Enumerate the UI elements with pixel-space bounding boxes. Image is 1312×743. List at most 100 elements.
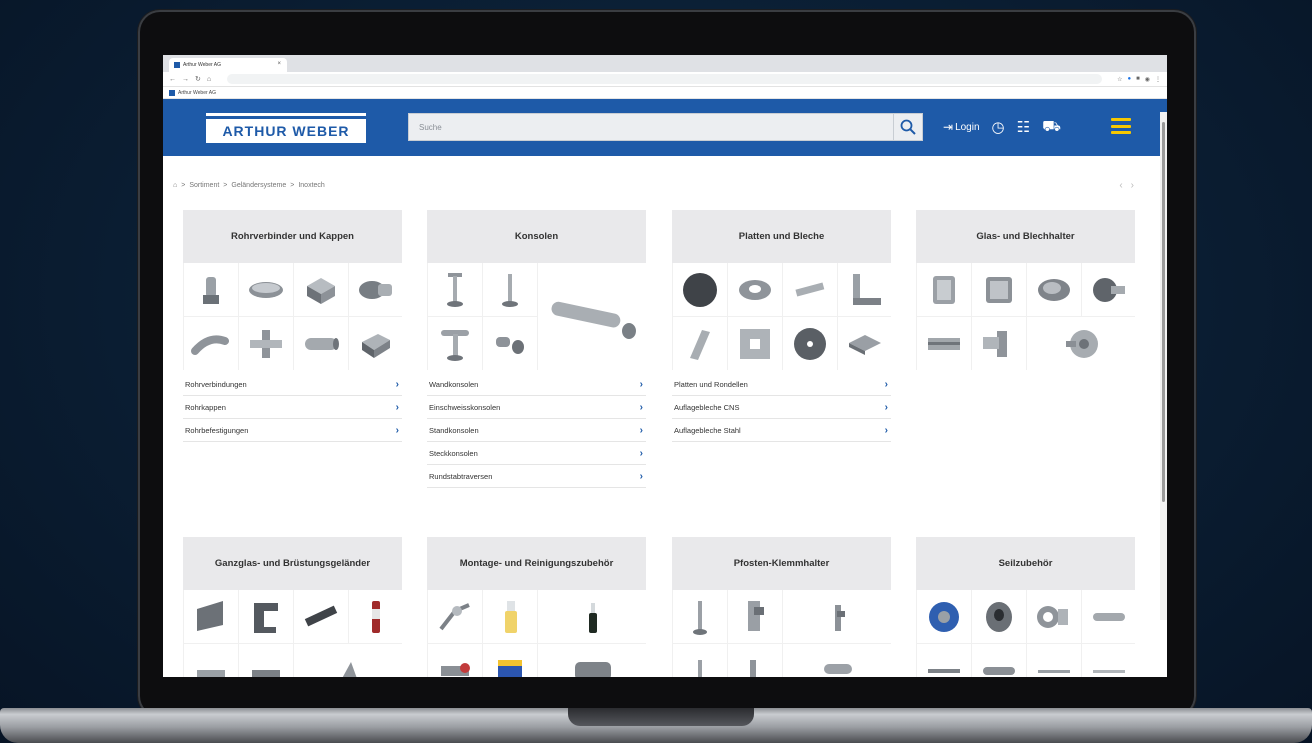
- product-image[interactable]: [538, 263, 647, 370]
- category-card[interactable]: Montage- und Reinigungszubehör: [427, 537, 647, 677]
- product-image[interactable]: [783, 263, 837, 316]
- product-image[interactable]: [1082, 590, 1136, 643]
- category-link[interactable]: Wandkonsolen ›: [427, 373, 646, 396]
- category-link[interactable]: Auflagebleche CNS ›: [672, 396, 891, 419]
- reload-icon[interactable]: ↻: [195, 75, 201, 83]
- category-title[interactable]: Rohrverbinder und Kappen: [183, 210, 402, 263]
- search-icon[interactable]: [893, 113, 923, 141]
- product-image[interactable]: [1027, 590, 1081, 643]
- category-title[interactable]: Seilzubehör: [916, 537, 1135, 590]
- cart-icon[interactable]: ⛟: [1042, 118, 1061, 137]
- product-image[interactable]: [972, 644, 1026, 677]
- product-image[interactable]: [239, 263, 293, 316]
- product-image[interactable]: [294, 644, 403, 677]
- product-image[interactable]: [294, 590, 348, 643]
- product-image[interactable]: [294, 317, 348, 370]
- breadcrumb-item[interactable]: Inoxtech: [298, 182, 324, 189]
- product-image[interactable]: [728, 317, 782, 370]
- category-card[interactable]: Platten und Bleche Platten und Rondellen…: [672, 210, 892, 442]
- category-card[interactable]: Rohrverbinder und Kappen Rohrverbindunge…: [183, 210, 403, 442]
- product-image[interactable]: [783, 644, 892, 677]
- category-card[interactable]: Ganzglas- und Brüstungsgeländer: [183, 537, 403, 677]
- category-card[interactable]: Glas- und Blechhalter: [916, 210, 1136, 370]
- product-image[interactable]: [1027, 317, 1136, 370]
- category-card[interactable]: Pfosten-Klemmhalter: [672, 537, 892, 677]
- category-title[interactable]: Ganzglas- und Brüstungsgeländer: [183, 537, 402, 590]
- product-image[interactable]: [1027, 263, 1081, 316]
- pager-arrows[interactable]: ‹›: [1119, 180, 1142, 191]
- product-image[interactable]: [1082, 263, 1136, 316]
- browser-tab[interactable]: Arthur Weber AG ×: [169, 58, 287, 72]
- product-image[interactable]: [349, 317, 403, 370]
- login-button[interactable]: ⇥ Login: [943, 120, 980, 134]
- back-icon[interactable]: ←: [169, 76, 176, 83]
- logo[interactable]: ARTHUR WEBER: [206, 113, 366, 146]
- product-image[interactable]: [538, 644, 647, 677]
- product-image[interactable]: [838, 317, 892, 370]
- product-image[interactable]: [673, 590, 727, 643]
- product-image[interactable]: [1082, 644, 1136, 677]
- product-image[interactable]: [184, 317, 238, 370]
- bookmark-item[interactable]: Arthur Weber AG: [178, 90, 216, 96]
- product-image[interactable]: [428, 644, 482, 677]
- product-image[interactable]: [972, 263, 1026, 316]
- product-image[interactable]: [428, 263, 482, 316]
- list-icon[interactable]: ☷: [1017, 118, 1030, 136]
- product-image[interactable]: [673, 644, 727, 677]
- product-image[interactable]: [349, 590, 403, 643]
- category-link[interactable]: Steckkonsolen ›: [427, 442, 646, 465]
- product-image[interactable]: [239, 317, 293, 370]
- product-image[interactable]: [783, 317, 837, 370]
- product-image[interactable]: [728, 590, 782, 643]
- profile-icon[interactable]: ◉: [1145, 76, 1150, 83]
- home-breadcrumb-icon[interactable]: ⌂: [173, 182, 177, 189]
- category-card[interactable]: Seilzubehör: [916, 537, 1136, 677]
- category-link[interactable]: Einschweisskonsolen ›: [427, 396, 646, 419]
- product-image[interactable]: [483, 263, 537, 316]
- breadcrumb-item[interactable]: Geländersysteme: [231, 182, 286, 189]
- category-title[interactable]: Konsolen: [427, 210, 646, 263]
- product-image[interactable]: [1027, 644, 1081, 677]
- product-image[interactable]: [917, 590, 971, 643]
- category-link[interactable]: Platten und Rondellen ›: [672, 373, 891, 396]
- product-image[interactable]: [917, 263, 971, 316]
- product-image[interactable]: [917, 317, 971, 370]
- product-image[interactable]: [483, 644, 537, 677]
- forward-icon[interactable]: →: [182, 76, 189, 83]
- product-image[interactable]: [239, 590, 293, 643]
- kebab-menu-icon[interactable]: ⋮: [1155, 76, 1161, 83]
- tab-close-icon[interactable]: ×: [277, 61, 281, 67]
- product-image[interactable]: [184, 590, 238, 643]
- category-link[interactable]: Standkonsolen ›: [427, 419, 646, 442]
- product-image[interactable]: [483, 317, 537, 370]
- product-image[interactable]: [349, 263, 403, 316]
- page-scrollbar[interactable]: [1160, 112, 1167, 620]
- product-image[interactable]: [483, 590, 537, 643]
- product-image[interactable]: [728, 263, 782, 316]
- home-icon[interactable]: ⌂: [207, 76, 211, 83]
- product-image[interactable]: [428, 590, 482, 643]
- category-link[interactable]: Rohrverbindungen ›: [183, 373, 402, 396]
- product-image[interactable]: [184, 263, 238, 316]
- category-title[interactable]: Platten und Bleche: [672, 210, 891, 263]
- product-image[interactable]: [838, 263, 892, 316]
- breadcrumb-item[interactable]: Sortiment: [189, 182, 219, 189]
- category-link[interactable]: Rundstabtraversen ›: [427, 465, 646, 488]
- search-input[interactable]: Suche: [408, 113, 896, 141]
- extension-icon[interactable]: ●: [1128, 76, 1132, 82]
- category-link[interactable]: Rohrbefestigungen ›: [183, 419, 402, 442]
- product-image[interactable]: [783, 590, 892, 643]
- product-image[interactable]: [673, 317, 727, 370]
- product-image[interactable]: [538, 590, 647, 643]
- puzzle-icon[interactable]: ■: [1136, 76, 1140, 82]
- product-image[interactable]: [294, 263, 348, 316]
- hamburger-menu-icon[interactable]: [1111, 118, 1131, 134]
- category-title[interactable]: Glas- und Blechhalter: [916, 210, 1135, 263]
- category-link[interactable]: Rohrkappen ›: [183, 396, 402, 419]
- product-image[interactable]: [972, 317, 1026, 370]
- category-card[interactable]: Konsolen Wandkonsolen › Einschweisskonsol…: [427, 210, 647, 488]
- category-link[interactable]: Auflagebleche Stahl ›: [672, 419, 891, 442]
- product-image[interactable]: [428, 317, 482, 370]
- bookmark-star-icon[interactable]: ☆: [1117, 76, 1122, 83]
- category-title[interactable]: Montage- und Reinigungszubehör: [427, 537, 646, 590]
